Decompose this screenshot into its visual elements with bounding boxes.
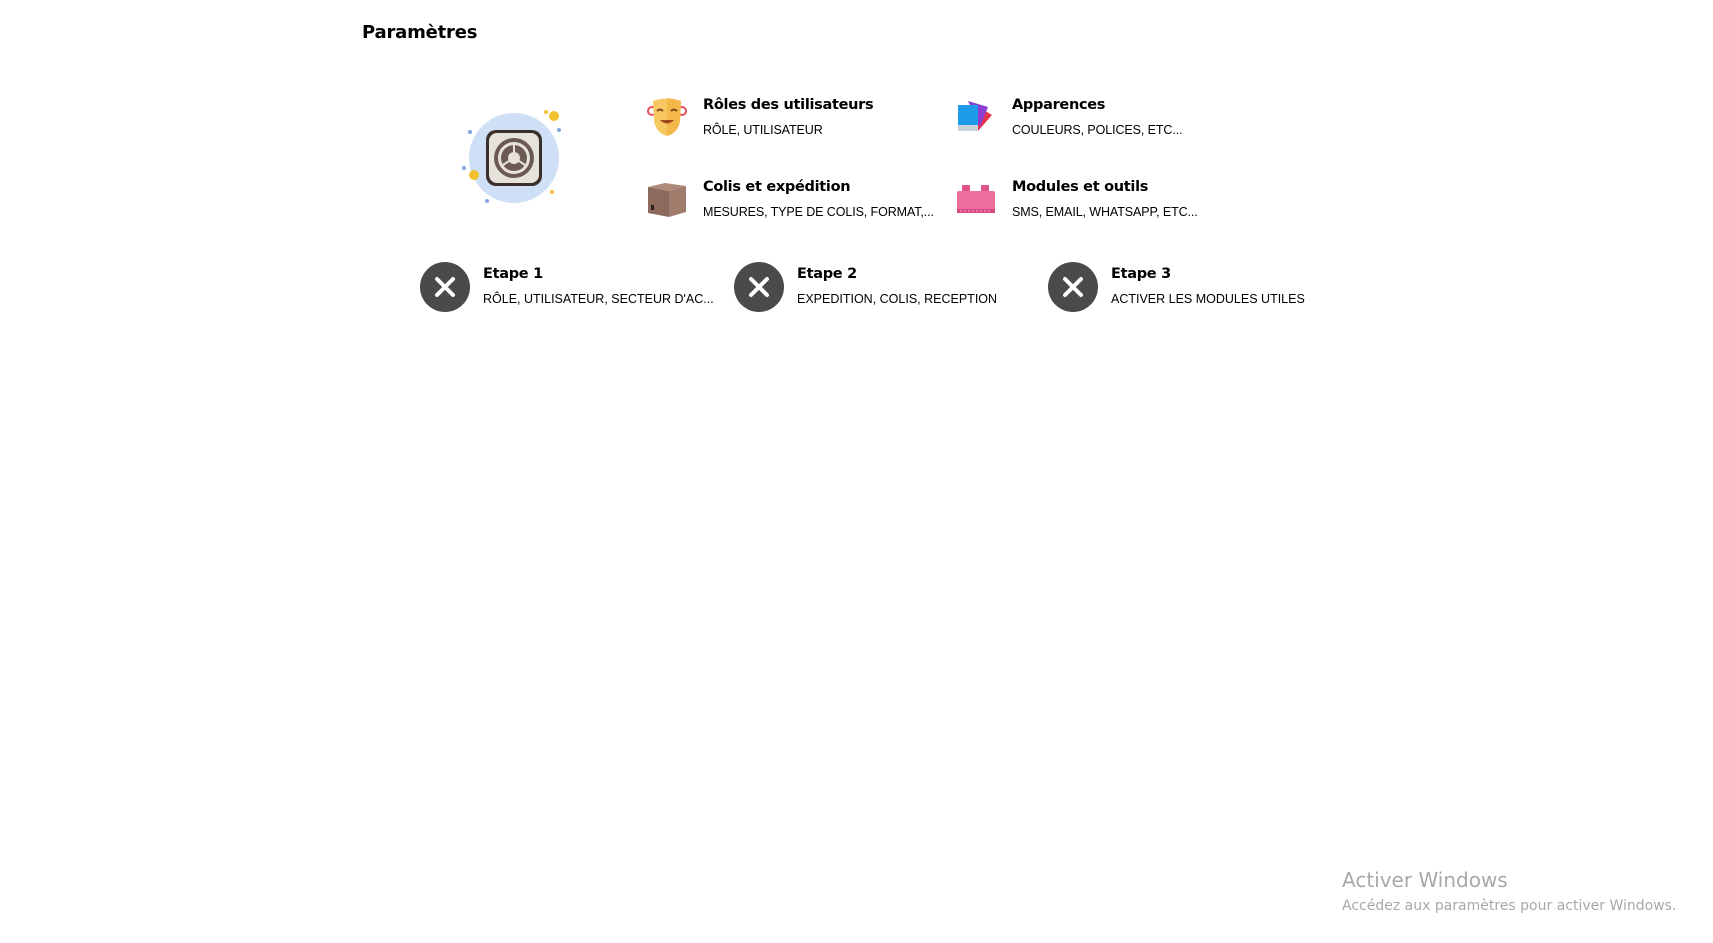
step-subtitle: EXPEDITION, COLIS, RECEPTION	[797, 292, 998, 306]
settings-card-appearance[interactable]: Apparences COULEURS, POLICES, ETC...	[954, 93, 1183, 139]
settings-card-title: Colis et expédition	[703, 179, 851, 195]
settings-card-subtitle: SMS, EMAIL, WHATSAPP, ETC...	[1012, 205, 1198, 219]
settings-page: Paramètres Rôles des utilisateurs RÔLE, …	[0, 0, 1713, 943]
settings-card-title: Rôles des utilisateurs	[703, 97, 874, 113]
building-block-icon	[954, 177, 998, 221]
settings-card-subtitle: MESURES, TYPE DE COLIS, FORMAT,...	[703, 205, 934, 219]
step-3[interactable]: Etape 3 ACTIVER LES MODULES UTILES	[1048, 262, 1305, 312]
settings-card-subtitle: COULEURS, POLICES, ETC...	[1012, 123, 1183, 137]
settings-gear-illustration-icon	[462, 108, 572, 208]
step-title: Etape 1	[483, 266, 543, 282]
settings-card-title: Modules et outils	[1012, 179, 1149, 195]
step-subtitle: RÔLE, UTILISATEUR, SECTEUR D'AC...	[483, 292, 714, 306]
step-2[interactable]: Etape 2 EXPEDITION, COLIS, RECEPTION	[734, 262, 997, 312]
close-icon	[734, 262, 784, 312]
page-title: Paramètres	[362, 22, 478, 43]
close-icon	[420, 262, 470, 312]
step-title: Etape 3	[1111, 266, 1171, 282]
settings-card-modules[interactable]: Modules et outils SMS, EMAIL, WHATSAPP, …	[954, 175, 1198, 221]
watermark-subtitle: Accédez aux paramètres pour activer Wind…	[1342, 898, 1677, 914]
step-1[interactable]: Etape 1 RÔLE, UTILISATEUR, SECTEUR D'AC.…	[420, 262, 714, 312]
settings-card-title: Apparences	[1012, 97, 1106, 113]
color-swatch-icon	[954, 95, 998, 139]
close-icon	[1048, 262, 1098, 312]
watermark-title: Activer Windows	[1342, 868, 1508, 892]
settings-card-subtitle: RÔLE, UTILISATEUR	[703, 123, 823, 137]
settings-card-shipping[interactable]: Colis et expédition MESURES, TYPE DE COL…	[645, 175, 934, 221]
package-box-icon	[645, 177, 689, 221]
step-title: Etape 2	[797, 266, 857, 282]
windows-activation-watermark: Activer Windows Accédez aux paramètres p…	[1342, 868, 1676, 914]
settings-card-roles[interactable]: Rôles des utilisateurs RÔLE, UTILISATEUR	[645, 93, 874, 139]
theater-mask-icon	[645, 95, 689, 139]
step-subtitle: ACTIVER LES MODULES UTILES	[1111, 292, 1305, 306]
